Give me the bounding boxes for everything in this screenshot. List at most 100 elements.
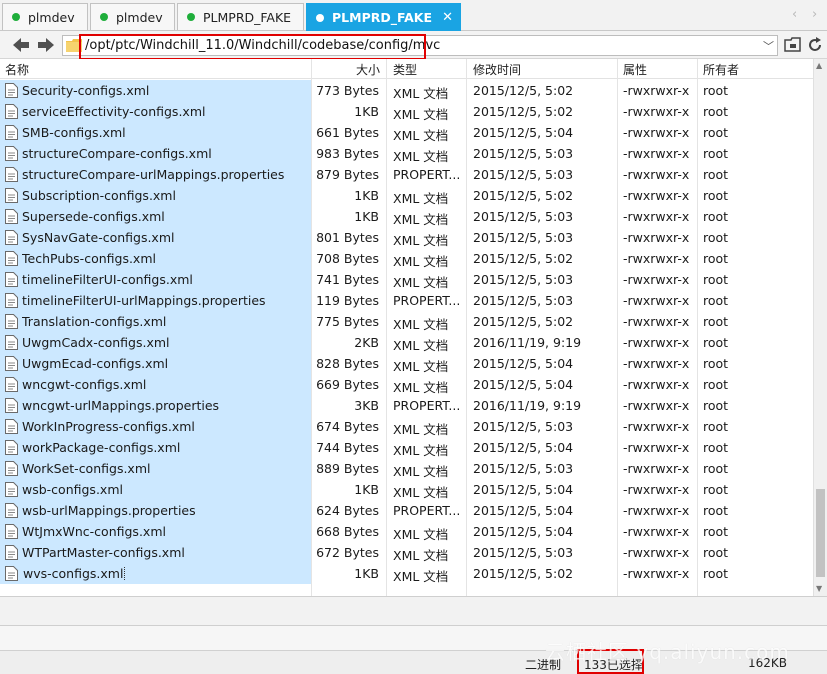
- table-row[interactable]: WorkInProgress-configs.xml 674 Bytes XML 文…: [0, 416, 813, 437]
- table-row[interactable]: workPackage-configs.xml 744 Bytes XML 文档 20…: [0, 437, 813, 458]
- tab-session-3[interactable]: PLMPRD_FAKE: [177, 3, 304, 30]
- file-type-text: XML 文档: [393, 317, 449, 332]
- file-owner: root: [703, 440, 763, 455]
- table-row[interactable]: structureCompare-configs.xml 983 Bytes XML…: [0, 143, 813, 164]
- table-row[interactable]: UwgmEcad-configs.xml 828 Bytes XML 文档 2015/…: [0, 353, 813, 374]
- file-owner: root: [703, 251, 763, 266]
- table-row[interactable]: wsb-configs.xml 1KB XML 文档 2015/12/5, 5:04 -…: [0, 479, 813, 500]
- file-modified-text: 2015/12/5, 5:02: [473, 314, 574, 329]
- file-type: XML 文档: [393, 461, 467, 480]
- file-modified-text: 2015/12/5, 5:03: [473, 419, 574, 434]
- file-type-text: XML 文档: [393, 485, 449, 500]
- file-permissions: -rwxrwxr-x: [623, 419, 698, 434]
- file-size: 983 Bytes: [312, 146, 379, 161]
- close-icon[interactable]: ✕: [442, 10, 453, 25]
- scroll-down-icon[interactable]: ▼: [816, 584, 822, 593]
- file-list[interactable]: 名称 大小 类型 修改时间 属性 所有者 Security-configs.xm…: [0, 59, 813, 596]
- table-row[interactable]: Security-configs.xml 773 Bytes XML 文档 2015/…: [0, 80, 813, 101]
- file-modified: 2015/12/5, 5:03: [473, 419, 618, 434]
- file-owner: root: [703, 377, 763, 392]
- table-row[interactable]: Subscription-configs.xml 1KB XML 文档 2015/12…: [0, 185, 813, 206]
- file-owner: root: [703, 398, 763, 413]
- scroll-up-icon[interactable]: ▲: [816, 61, 822, 70]
- file-type-text: XML 文档: [393, 191, 449, 206]
- table-row[interactable]: UwgmCadx-configs.xml 2KB XML 文档 2016/11/19,…: [0, 332, 813, 353]
- table-row[interactable]: WtJmxWnc-configs.xml 668 Bytes XML 文档 2015/…: [0, 521, 813, 542]
- file-name: Subscription-configs.xml: [22, 188, 310, 203]
- column-size[interactable]: 大小: [356, 61, 380, 78]
- status-bar: 二进制 133已选择 162KB: [0, 650, 827, 674]
- column-type[interactable]: 类型: [393, 61, 417, 78]
- file-type-text: XML 文档: [393, 527, 449, 542]
- column-owner[interactable]: 所有者: [703, 61, 739, 78]
- tab-scroll-right-icon[interactable]: ›: [812, 7, 817, 22]
- forward-arrow-icon[interactable]: [35, 34, 57, 56]
- file-owner-text: root: [703, 272, 729, 287]
- vertical-scrollbar[interactable]: ▲ ▼: [813, 59, 827, 596]
- file-type-text: XML 文档: [393, 569, 449, 584]
- file-size-text: 119 Bytes: [316, 293, 379, 308]
- file-size: 3KB: [312, 398, 379, 413]
- table-row[interactable]: wvs-configs.xml 1KB XML 文档 2015/12/5, 5:02 -…: [0, 563, 813, 584]
- table-row[interactable]: wsb-urlMappings.properties 624 Bytes PROPE…: [0, 500, 813, 521]
- column-modified[interactable]: 修改时间: [473, 61, 521, 78]
- file-permissions: -rwxrwxr-x: [623, 230, 698, 245]
- table-row[interactable]: timelineFilterUI-configs.xml 741 Bytes XML…: [0, 269, 813, 290]
- file-icon: [5, 524, 18, 539]
- table-row[interactable]: wncgwt-urlMappings.properties 3KB PROPERT.…: [0, 395, 813, 416]
- file-modified: 2015/12/5, 5:03: [473, 461, 618, 476]
- file-type-text: XML 文档: [393, 380, 449, 395]
- file-type-text: XML 文档: [393, 548, 449, 563]
- table-row[interactable]: SMB-configs.xml 661 Bytes XML 文档 2015/12/5,…: [0, 122, 813, 143]
- column-permissions[interactable]: 属性: [623, 61, 647, 78]
- file-icon: [5, 503, 18, 518]
- file-name-text: Translation-configs.xml: [22, 314, 167, 329]
- tab-session-1[interactable]: plmdev: [2, 3, 88, 30]
- file-name-text: UwgmCadx-configs.xml: [22, 335, 170, 350]
- file-owner: root: [703, 104, 763, 119]
- table-row[interactable]: timelineFilterUI-urlMappings.properties 1…: [0, 290, 813, 311]
- file-type-text: XML 文档: [393, 359, 449, 374]
- transfer-pane: [0, 596, 827, 626]
- tab-session-2[interactable]: plmdev: [90, 3, 175, 30]
- file-modified: 2015/12/5, 5:03: [473, 545, 618, 560]
- file-owner-text: root: [703, 83, 729, 98]
- open-folder-icon[interactable]: [784, 36, 802, 54]
- file-type: XML 文档: [393, 419, 467, 438]
- file-modified: 2015/12/5, 5:02: [473, 314, 618, 329]
- file-icon: [5, 125, 18, 140]
- file-modified: 2015/12/5, 5:04: [473, 440, 618, 455]
- file-permissions-text: -rwxrwxr-x: [623, 377, 690, 392]
- file-size: 1KB: [312, 482, 379, 497]
- file-permissions: -rwxrwxr-x: [623, 272, 698, 287]
- file-owner: root: [703, 314, 763, 329]
- table-row[interactable]: WTPartMaster-configs.xml 672 Bytes XML 文档 2…: [0, 542, 813, 563]
- file-modified-text: 2015/12/5, 5:03: [473, 146, 574, 161]
- table-row[interactable]: serviceEffectivity-configs.xml 1KB XML 文档 2…: [0, 101, 813, 122]
- tab-session-4-active[interactable]: PLMPRD_FAKE ✕: [306, 3, 461, 31]
- chevron-down-icon[interactable]: ﹀: [763, 38, 774, 54]
- file-type-text: XML 文档: [393, 212, 449, 227]
- file-icon: [5, 461, 18, 476]
- table-row[interactable]: WorkSet-configs.xml 889 Bytes XML 文档 2015/1…: [0, 458, 813, 479]
- file-name: WorkInProgress-configs.xml: [22, 419, 310, 434]
- table-row[interactable]: SysNavGate-configs.xml 801 Bytes XML 文档 201…: [0, 227, 813, 248]
- transfer-mode[interactable]: 二进制: [525, 656, 561, 673]
- file-type: XML 文档: [393, 209, 467, 228]
- table-row[interactable]: structureCompare-urlMappings.properties 8…: [0, 164, 813, 185]
- file-owner-text: root: [703, 146, 729, 161]
- tab-scroll-left-icon[interactable]: ‹: [792, 7, 797, 22]
- connected-dot-icon: [12, 13, 20, 21]
- table-row[interactable]: Supersede-configs.xml 1KB XML 文档 2015/12/5,…: [0, 206, 813, 227]
- table-row[interactable]: wncgwt-configs.xml 669 Bytes XML 文档 2015/12…: [0, 374, 813, 395]
- file-icon: [5, 482, 18, 497]
- table-row[interactable]: TechPubs-configs.xml 708 Bytes XML 文档 2015/…: [0, 248, 813, 269]
- back-arrow-icon[interactable]: [10, 34, 32, 56]
- column-name[interactable]: 名称: [5, 61, 29, 78]
- scrollbar-thumb[interactable]: [816, 489, 825, 577]
- refresh-icon[interactable]: [806, 36, 824, 54]
- file-modified-text: 2015/12/5, 5:03: [473, 167, 574, 182]
- path-input[interactable]: /opt/ptc/Windchill_11.0/Windchill/codeba…: [62, 35, 778, 56]
- table-row[interactable]: Translation-configs.xml 775 Bytes XML 文档 20…: [0, 311, 813, 332]
- file-icon: [5, 335, 18, 350]
